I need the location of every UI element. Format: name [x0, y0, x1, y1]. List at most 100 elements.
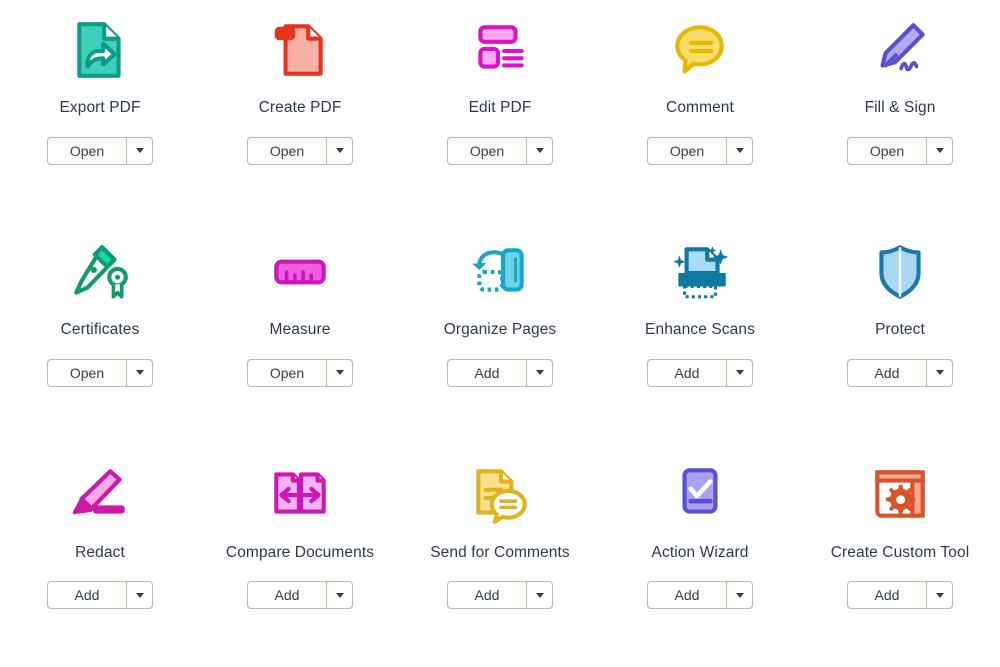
tool-action-dropdown[interactable] [527, 582, 552, 608]
tool-label: Action Wizard [651, 543, 749, 561]
tool-action-button[interactable]: Add [448, 359, 527, 386]
chevron-down-icon [135, 592, 144, 598]
tool-action-split-button[interactable]: Add [247, 581, 353, 610]
tool-action-dropdown[interactable] [727, 138, 752, 164]
tool-tile-redact[interactable]: Redact Add [0, 445, 200, 667]
tool-label: Compare Documents [225, 543, 375, 561]
tool-label: Protect [875, 321, 925, 339]
tool-label: Create Custom Tool [830, 543, 970, 561]
tool-action-button[interactable]: Open [648, 137, 727, 164]
tool-action-dropdown[interactable] [727, 582, 752, 608]
tool-label: Measure [269, 321, 331, 339]
tool-action-dropdown[interactable] [927, 138, 952, 164]
tool-action-dropdown[interactable] [127, 138, 152, 164]
tool-label: Organize Pages [443, 321, 557, 339]
chevron-down-icon [935, 592, 944, 598]
tool-tile-action-wizard[interactable]: Action Wizard Add [600, 445, 800, 667]
tool-action-split-button[interactable]: Open [47, 136, 153, 165]
tool-action-dropdown[interactable] [127, 360, 152, 386]
tool-action-button[interactable]: Open [48, 359, 127, 386]
chevron-down-icon [535, 148, 544, 153]
create-pdf-icon[interactable] [264, 14, 336, 86]
chevron-down-icon [735, 592, 744, 598]
tool-tile-organize-pages[interactable]: Organize Pages Add [400, 222, 600, 444]
tool-label: Fill & Sign [864, 99, 936, 116]
tool-tile-compare-documents[interactable]: Compare Documents Add [200, 445, 400, 667]
tool-action-split-button[interactable]: Add [47, 581, 153, 610]
chevron-down-icon [535, 370, 544, 376]
tool-label: Comment [666, 99, 734, 116]
tool-tile-fill-and-sign[interactable]: Fill & Sign Open [800, 0, 1000, 222]
edit-pdf-icon[interactable] [464, 14, 536, 86]
tool-action-split-button[interactable]: Add [847, 581, 953, 610]
chevron-down-icon [735, 148, 744, 153]
tool-label: Send for Comments [430, 543, 570, 561]
chevron-down-icon [935, 370, 944, 376]
tool-action-dropdown[interactable] [727, 360, 752, 386]
tool-action-split-button[interactable]: Add [447, 358, 553, 387]
tool-action-split-button[interactable]: Add [647, 358, 753, 387]
tool-action-dropdown[interactable] [527, 138, 552, 164]
tool-action-dropdown[interactable] [327, 360, 352, 386]
tool-action-dropdown[interactable] [127, 582, 152, 608]
tool-tile-edit-pdf[interactable]: Edit PDF Open [400, 0, 600, 222]
tool-action-dropdown[interactable] [927, 582, 952, 608]
measure-icon[interactable] [264, 236, 336, 308]
tool-label: Enhance Scans [645, 321, 755, 339]
chevron-down-icon [535, 592, 544, 598]
tool-action-split-button[interactable]: Open [647, 136, 753, 165]
redact-icon[interactable] [64, 459, 136, 531]
tool-action-split-button[interactable]: Open [247, 136, 353, 165]
tool-action-split-button[interactable]: Open [247, 358, 353, 387]
tool-tile-measure[interactable]: Measure Open [200, 222, 400, 444]
tool-action-dropdown[interactable] [527, 360, 552, 386]
chevron-down-icon [935, 148, 944, 153]
enhance-scans-icon[interactable] [664, 236, 736, 308]
tool-tile-create-pdf[interactable]: Create PDF Open [200, 0, 400, 222]
tool-action-button[interactable]: Open [448, 137, 527, 164]
tool-action-dropdown[interactable] [327, 582, 352, 608]
tool-action-button[interactable]: Open [248, 137, 327, 164]
tool-tile-enhance-scans[interactable]: Enhance Scans Add [600, 222, 800, 444]
create-custom-tool-icon[interactable] [864, 459, 936, 531]
organize-pages-icon[interactable] [464, 236, 536, 308]
tool-action-split-button[interactable]: Open [447, 136, 553, 165]
certificates-icon[interactable] [64, 236, 136, 308]
tool-tile-export-pdf[interactable]: Export PDF Open [0, 0, 200, 222]
protect-icon[interactable] [864, 236, 936, 308]
tool-action-dropdown[interactable] [327, 138, 352, 164]
action-wizard-icon[interactable] [664, 459, 736, 531]
tool-action-button[interactable]: Open [48, 137, 127, 164]
tool-action-button[interactable]: Add [648, 359, 727, 386]
tool-action-button[interactable]: Add [648, 582, 727, 609]
tools-grid: Export PDF Open Create PDF Open Edit PDF… [0, 0, 1000, 667]
tool-action-button[interactable]: Add [448, 582, 527, 609]
tool-tile-certificates[interactable]: Certificates Open [0, 222, 200, 444]
compare-documents-icon[interactable] [264, 459, 336, 531]
tool-tile-protect[interactable]: Protect Add [800, 222, 1000, 444]
tool-tile-comment[interactable]: Comment Open [600, 0, 800, 222]
chevron-down-icon [135, 370, 144, 376]
comment-icon[interactable] [664, 14, 736, 86]
tool-label: Create PDF [258, 99, 342, 116]
tool-action-button[interactable]: Open [848, 137, 927, 164]
tool-action-split-button[interactable]: Add [647, 581, 753, 610]
tool-action-split-button[interactable]: Add [447, 581, 553, 610]
tool-action-button[interactable]: Add [848, 582, 927, 609]
send-for-comments-icon[interactable] [464, 459, 536, 531]
chevron-down-icon [135, 148, 144, 153]
tool-action-split-button[interactable]: Open [847, 136, 953, 165]
tool-action-button[interactable]: Add [248, 582, 327, 609]
export-pdf-icon[interactable] [64, 14, 136, 86]
fill-sign-icon[interactable] [864, 14, 936, 86]
tool-label: Export PDF [59, 99, 141, 116]
tool-action-button[interactable]: Add [848, 359, 927, 386]
tool-action-split-button[interactable]: Add [847, 358, 953, 387]
tool-action-button[interactable]: Add [48, 582, 127, 609]
tool-action-split-button[interactable]: Open [47, 358, 153, 387]
tool-tile-create-custom-tool[interactable]: Create Custom Tool Add [800, 445, 1000, 667]
tool-action-dropdown[interactable] [927, 360, 952, 386]
chevron-down-icon [335, 370, 344, 376]
tool-action-button[interactable]: Open [248, 359, 327, 386]
tool-tile-send-for-comments[interactable]: Send for Comments Add [400, 445, 600, 667]
